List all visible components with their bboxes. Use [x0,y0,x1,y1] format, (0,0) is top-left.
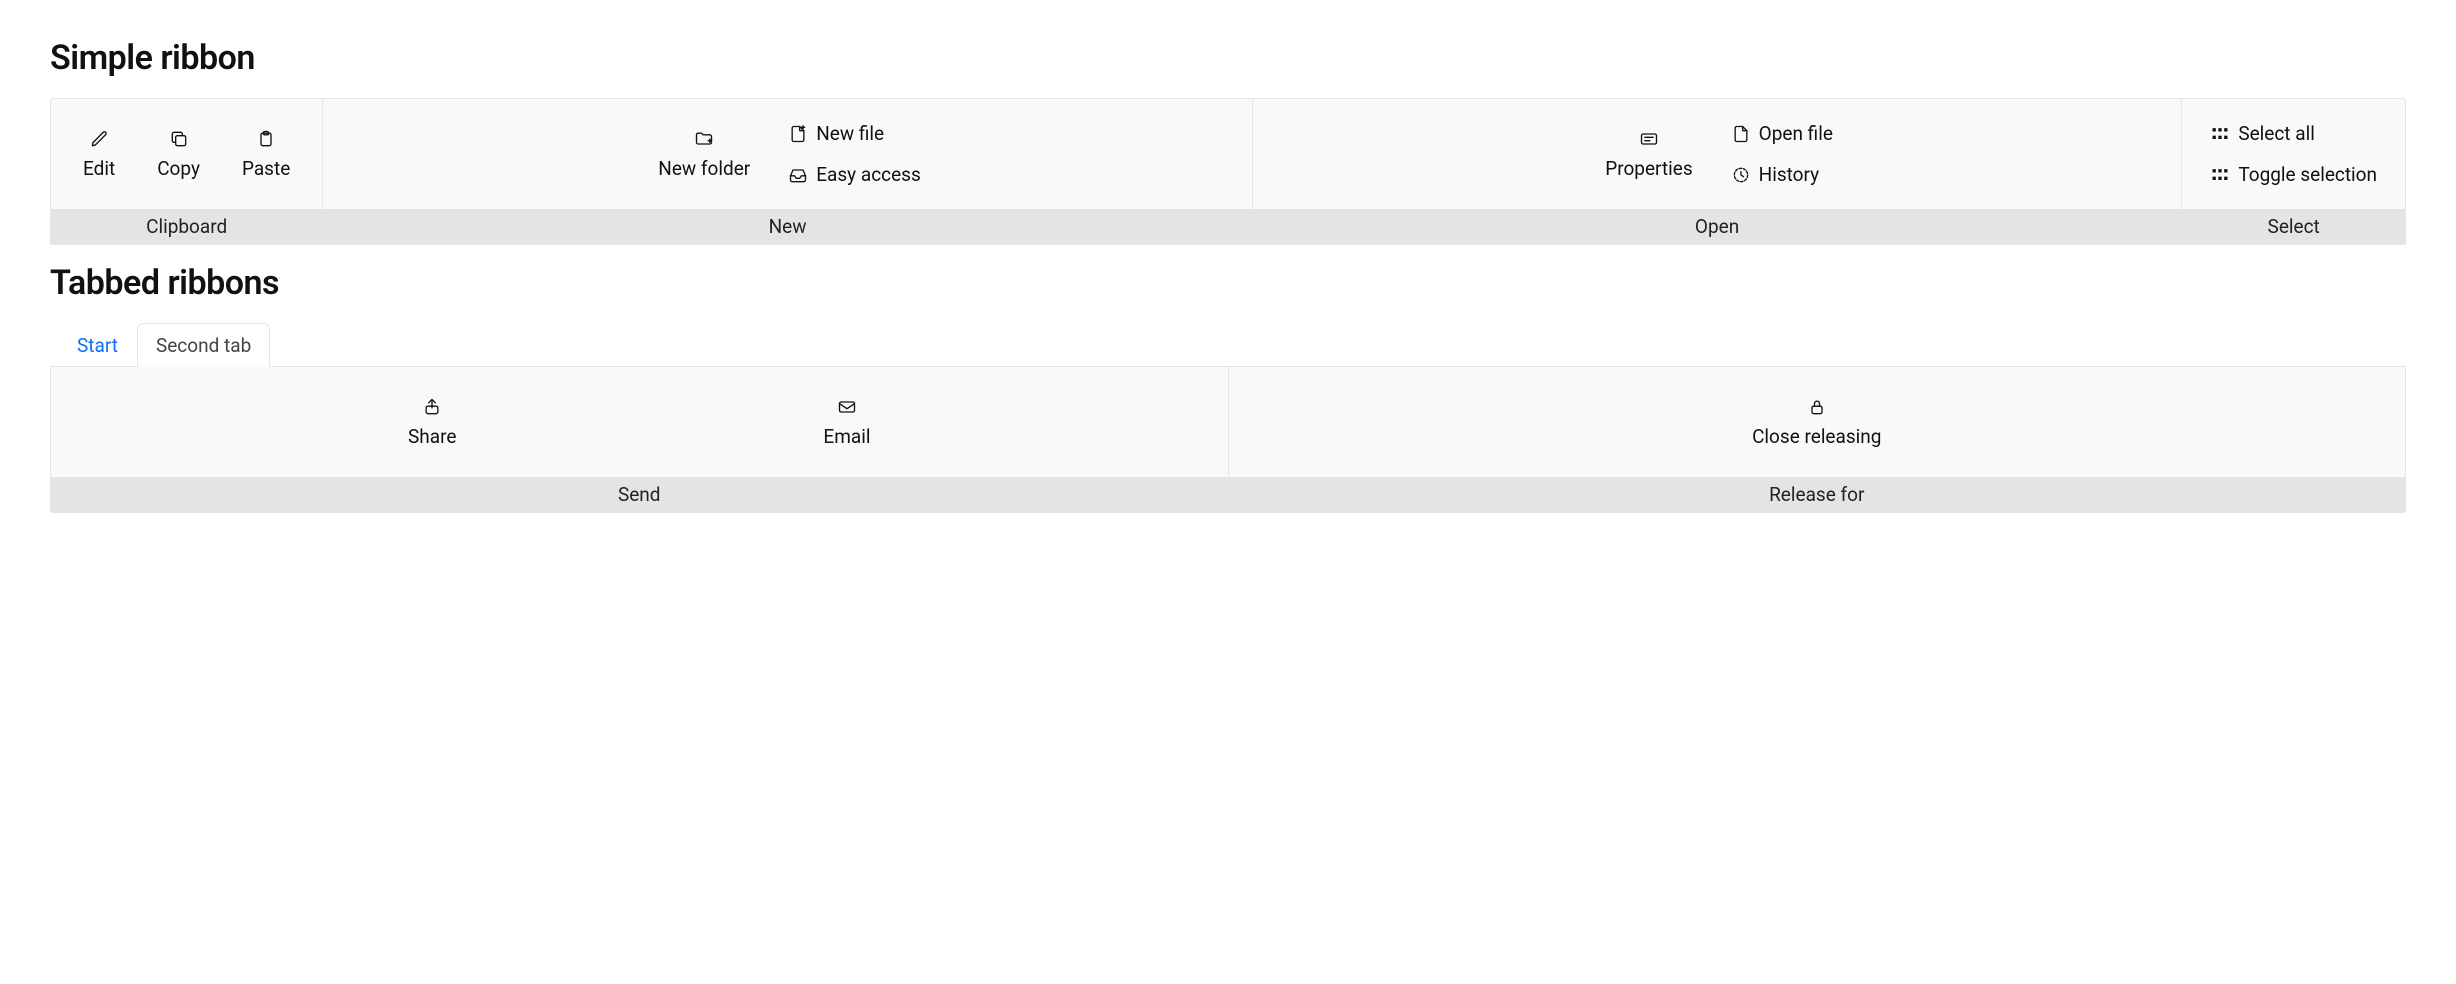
folder-plus-icon [694,129,714,149]
new-file-label: New file [816,122,884,145]
clipboard-icon [256,129,276,149]
select-all-button[interactable]: Select all [2196,116,2391,151]
paste-label: Paste [242,157,290,180]
properties-icon [1639,129,1659,149]
new-file-button[interactable]: New file [774,116,935,151]
share-icon [422,397,442,417]
email-button[interactable]: Email [805,389,888,456]
properties-label: Properties [1605,157,1692,180]
heading-simple-ribbon: Simple ribbon [50,38,2406,78]
tabbed-ribbon: Share Email Send [50,367,2406,513]
file-icon [1731,124,1751,144]
select-all-label: Select all [2238,122,2315,145]
close-releasing-button[interactable]: Close releasing [1734,389,1899,456]
group-label-release: Release for [1229,477,2406,512]
tab-second[interactable]: Second tab [137,323,270,367]
open-file-label: Open file [1759,122,1833,145]
group-new: New folder New file Easy access [323,99,1253,244]
group-label-select: Select [2182,209,2405,244]
mail-icon [837,397,857,417]
group-label-new: New [323,209,1252,244]
lock-icon [1807,397,1827,417]
history-label: History [1759,163,1819,186]
simple-ribbon: Edit Copy Paste Clipboard [50,98,2406,245]
new-folder-label: New folder [658,157,750,180]
tab-start[interactable]: Start [58,323,137,367]
copy-label: Copy [157,157,200,180]
history-button[interactable]: History [1717,157,1847,192]
paste-button[interactable]: Paste [224,121,308,188]
group-label-open: Open [1253,209,2182,244]
copy-button[interactable]: Copy [139,121,218,188]
group-open: Properties Open file History [1253,99,2183,244]
grid-icon [2210,124,2230,144]
heading-tabbed-ribbons: Tabbed ribbons [50,263,2406,303]
share-label: Share [408,425,456,448]
toggle-selection-button[interactable]: Toggle selection [2196,157,2391,192]
properties-button[interactable]: Properties [1587,121,1710,188]
email-label: Email [823,425,870,448]
group-select: Select all Toggle selection Select [2182,99,2405,244]
new-folder-button[interactable]: New folder [640,121,768,188]
pencil-icon [89,129,109,149]
group-release: Close releasing Release for [1229,367,2406,512]
grid-icon [2210,165,2230,185]
group-label-send: Send [51,477,1228,512]
group-clipboard: Edit Copy Paste Clipboard [51,99,323,244]
tabbar: Start Second tab [50,323,2406,366]
close-releasing-label: Close releasing [1752,425,1881,448]
edit-button[interactable]: Edit [65,121,133,188]
file-plus-icon [788,124,808,144]
group-label-clipboard: Clipboard [51,209,322,244]
edit-label: Edit [83,157,115,180]
easy-access-button[interactable]: Easy access [774,157,935,192]
group-send: Share Email Send [51,367,1229,512]
toggle-selection-label: Toggle selection [2238,163,2377,186]
easy-access-label: Easy access [816,163,921,186]
open-file-button[interactable]: Open file [1717,116,1847,151]
inbox-icon [788,165,808,185]
share-button[interactable]: Share [390,389,474,456]
history-icon [1731,165,1751,185]
copy-icon [169,129,189,149]
